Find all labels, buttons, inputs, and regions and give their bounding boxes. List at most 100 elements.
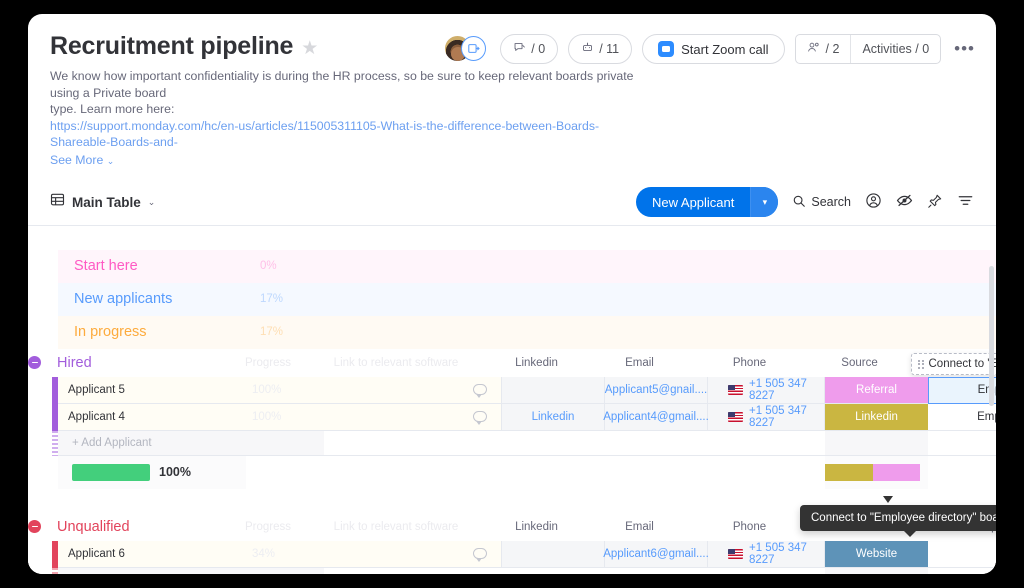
activities-button[interactable]: Activities / 0	[850, 35, 940, 63]
description-link[interactable]: https://support.monday.com/hc/en-us/arti…	[50, 119, 599, 150]
pin-icon	[927, 193, 943, 212]
row-source-cell[interactable]: Website	[825, 540, 928, 568]
row-connect-cell[interactable]	[928, 540, 996, 568]
chat-bubble-icon[interactable]	[473, 548, 487, 562]
row-connect-cell[interactable]: Employee 5	[928, 376, 996, 404]
drag-handle-icon[interactable]	[918, 359, 924, 369]
see-more-toggle[interactable]: See More ⌄	[50, 153, 974, 167]
row-progress-cell[interactable]: 34%	[246, 540, 324, 568]
row-email-cell[interactable]: Applicant4@gmail....	[603, 403, 709, 431]
board-header: Recruitment pipeline ★ / 0 / 11 Start Zo…	[28, 14, 996, 167]
row-gutter	[28, 376, 58, 404]
group-name[interactable]: New applicants	[58, 283, 246, 316]
collapsed-group-row[interactable]: In progress 17% 1 Applicant	[58, 315, 996, 349]
row-gutter	[28, 567, 58, 574]
chat-bubble-icon[interactable]	[473, 411, 487, 425]
add-row-color-indicator	[52, 567, 58, 574]
updates-icon	[513, 41, 526, 57]
board-options-kebab[interactable]: •••	[951, 39, 978, 59]
row-gutter	[28, 403, 58, 431]
column-header-connect-label: Connect to "Employee directo...	[928, 358, 997, 370]
person-filter-button[interactable]	[865, 192, 882, 212]
invite-members-icon[interactable]	[461, 36, 487, 61]
automations-count: / 11	[599, 42, 620, 56]
summary-progress-bar	[72, 463, 150, 481]
group-title[interactable]: Unqualified	[41, 519, 229, 535]
search-button[interactable]: Search	[792, 194, 851, 211]
avatar-group[interactable]	[444, 35, 490, 63]
column-header-linkedin: Linkedin	[515, 356, 558, 369]
row-gutter	[28, 540, 58, 568]
row-email-cell[interactable]: Applicant6@gmail....	[603, 540, 709, 568]
row-email-cell[interactable]: Applicant5@gnail....	[605, 376, 708, 404]
add-item-row[interactable]: + Add Applicant	[28, 567, 996, 574]
column-header-progress: Progress	[244, 520, 292, 533]
row-linkedin-cell[interactable]	[502, 540, 605, 568]
add-item-label[interactable]: + Add Applicant	[58, 567, 246, 574]
header-segment-group: / 2 Activities / 0	[794, 34, 942, 64]
row-phone-cell[interactable]: +1 505 347 8227	[708, 403, 825, 431]
start-zoom-call-button[interactable]: Start Zoom call	[642, 34, 785, 64]
group-progress: 0%	[260, 260, 277, 272]
group-name[interactable]: In progress	[58, 316, 246, 349]
add-item-label[interactable]: + Add Applicant	[58, 430, 246, 456]
row-updates-cell[interactable]	[324, 376, 502, 404]
row-updates-cell[interactable]	[324, 540, 502, 568]
group-progress: 17%	[260, 293, 284, 305]
automations-button[interactable]: / 11	[568, 34, 633, 64]
table-row[interactable]: Applicant 6 34% Applicant6@gmail.... +1 505…	[28, 540, 996, 568]
row-source-cell[interactable]: Referral	[825, 376, 928, 404]
row-gutter	[28, 455, 58, 489]
updates-button[interactable]: / 0	[500, 34, 559, 64]
row-linkedin-cell[interactable]	[502, 376, 605, 404]
row-progress-cell[interactable]: 100%	[246, 376, 324, 404]
group-name[interactable]: Start here	[58, 250, 246, 283]
add-row-blank	[502, 430, 605, 456]
group-collapse-toggle[interactable]	[28, 356, 41, 369]
add-row-blank	[324, 567, 502, 574]
column-header-link: Link to relevant software	[333, 356, 459, 369]
summary-blank	[708, 456, 825, 489]
column-header-email: Email	[625, 520, 654, 533]
row-phone-cell[interactable]: +1 505 347 8227	[708, 540, 825, 568]
collapsed-group-row[interactable]: New applicants 17% 2 Applicants	[58, 282, 996, 316]
pin-button[interactable]	[927, 193, 943, 212]
row-connect-cell[interactable]: Employee 4	[928, 403, 996, 431]
column-header-connect[interactable]: Connect to "Employee directo...▼	[911, 353, 996, 375]
new-applicant-button[interactable]: New Applicant ▾	[636, 187, 779, 217]
row-linkedin-cell[interactable]: Linkedin	[502, 403, 605, 431]
group-collapse-toggle[interactable]	[28, 520, 41, 533]
hide-columns-button[interactable]	[896, 193, 913, 211]
see-more-label: See More	[50, 152, 104, 167]
members-count: / 2	[825, 42, 840, 56]
new-applicant-caret-icon[interactable]: ▾	[750, 187, 779, 217]
row-name-cell[interactable]: Applicant 4	[58, 403, 246, 431]
filter-button[interactable]	[957, 193, 974, 211]
table-row[interactable]: Applicant 5 100% Applicant5@gnail.... +1 50…	[28, 376, 996, 404]
group-header-row: Hired Progress Link to relevant software Li…	[28, 349, 996, 377]
summary-progress-cell: 100%	[58, 455, 246, 489]
us-flag-icon	[728, 411, 743, 422]
add-item-row[interactable]: + Add Applicant	[28, 430, 996, 456]
column-header-email: Email	[625, 356, 654, 369]
filter-icon	[957, 193, 974, 211]
chevron-down-icon[interactable]: ⌄	[148, 197, 156, 208]
row-gutter	[28, 430, 58, 456]
collapsed-group-row[interactable]: Start here 0% 1 Applicant	[58, 249, 996, 283]
row-progress-cell[interactable]: 100%	[246, 403, 324, 431]
board-members-button[interactable]: / 2	[796, 35, 851, 63]
row-phone-cell[interactable]: +1 505 347 8227	[708, 376, 825, 404]
tab-main-table[interactable]: Main Table ⌄	[50, 192, 155, 212]
description-line-1: We know how important confidentiality is…	[50, 69, 634, 100]
row-name-cell[interactable]: Applicant 6	[58, 540, 246, 568]
row-updates-cell[interactable]	[324, 403, 502, 431]
row-source-cell[interactable]: Linkedin	[825, 403, 928, 431]
row-phone-value: +1 505 347 8227	[749, 541, 807, 566]
table-row[interactable]: Applicant 4 100% Linkedin Applicant4@gmail.…	[28, 403, 996, 431]
chat-bubble-icon[interactable]	[473, 384, 487, 398]
group-title[interactable]: Hired	[41, 355, 229, 371]
star-icon[interactable]: ★	[301, 39, 318, 58]
add-row-blank	[605, 430, 708, 456]
vertical-scrollbar[interactable]	[989, 265, 994, 406]
row-name-cell[interactable]: Applicant 5	[58, 376, 246, 404]
